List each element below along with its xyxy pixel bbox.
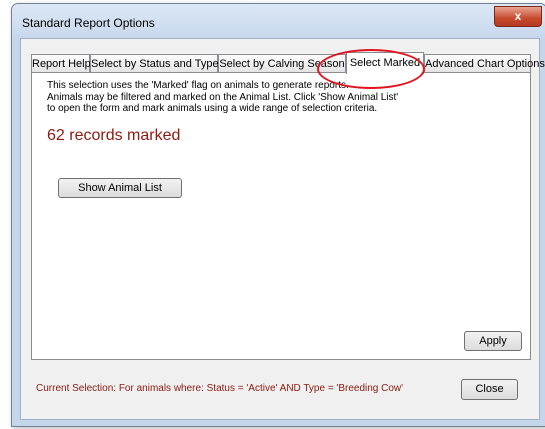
description-line: This selection uses the 'Marked' flag on… [47, 80, 349, 91]
records-marked-count: 62 records marked [47, 127, 181, 144]
tab-select-marked[interactable]: Select Marked [346, 52, 424, 74]
close-button[interactable]: Close [461, 379, 518, 400]
tab-advanced-chart-options[interactable]: Advanced Chart Options [424, 54, 545, 72]
current-selection-status: Current Selection: For animals where: St… [36, 383, 404, 394]
show-animal-list-button[interactable]: Show Animal List [58, 178, 182, 198]
tab-report-help[interactable]: Report Help [31, 54, 91, 72]
tab-select-by-status-and-type[interactable]: Select by Status and Type [90, 54, 219, 72]
title-bar[interactable]: Standard Report Options x [12, 4, 545, 38]
window-title: Standard Report Options [22, 16, 155, 30]
selection-description: This selection uses the 'Marked' flag on… [47, 80, 517, 115]
dialog-body: Report Help Select by Status and Type Se… [20, 38, 545, 420]
select-marked-panel: This selection uses the 'Marked' flag on… [31, 72, 531, 360]
window-close-button[interactable]: x [494, 6, 542, 27]
report-options-window: Standard Report Options x Report Help Se… [11, 3, 545, 427]
description-line: Animals may be filtered and marked on th… [47, 91, 399, 103]
apply-button[interactable]: Apply [464, 331, 522, 351]
tab-select-by-calving-season[interactable]: Select by Calving Season [218, 54, 346, 72]
description-line: to open the form and mark animals using … [47, 103, 378, 114]
